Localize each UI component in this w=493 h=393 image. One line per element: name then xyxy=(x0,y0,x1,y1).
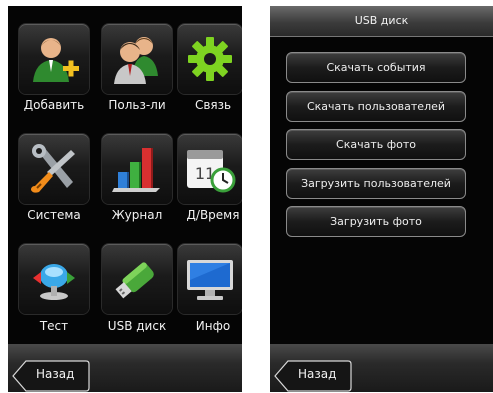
tile-log[interactable] xyxy=(102,134,172,204)
users-icon xyxy=(114,37,158,84)
usb-drive-icon xyxy=(115,262,154,299)
test-icon xyxy=(33,264,75,300)
download-users-button[interactable]: Скачать пользователей xyxy=(286,91,466,122)
tile-add-user[interactable] xyxy=(19,24,89,94)
back-button[interactable]: Назад xyxy=(274,360,352,392)
upload-users-button[interactable]: Загрузить пользователей xyxy=(286,168,466,199)
usb-disk-screen: USB диск Скачать события Скачать пользов… xyxy=(270,6,493,392)
tile-label: Связь xyxy=(194,98,232,112)
tools-icon xyxy=(31,144,75,193)
tile-test[interactable] xyxy=(19,244,89,314)
tile-info[interactable] xyxy=(178,244,242,314)
tile-label: Добавить xyxy=(23,98,85,112)
upload-photos-button[interactable]: Загрузить фото xyxy=(286,206,466,237)
add-user-icon xyxy=(33,38,79,82)
back-button[interactable]: Назад xyxy=(12,360,90,392)
bar-chart-icon xyxy=(112,148,160,192)
tile-label: Инфо xyxy=(195,319,231,333)
download-events-button[interactable]: Скачать события xyxy=(286,52,466,83)
tile-usb-drive[interactable] xyxy=(102,244,172,314)
gear-icon xyxy=(188,37,232,81)
screen-title: USB диск xyxy=(354,14,409,27)
tile-system[interactable] xyxy=(19,134,89,204)
tile-label: Тест xyxy=(39,319,69,333)
tile-users[interactable] xyxy=(102,24,172,94)
tile-datetime[interactable]: 11 xyxy=(178,134,242,204)
back-button-label: Назад xyxy=(36,367,75,381)
monitor-icon xyxy=(187,260,233,300)
tile-label: Д/Время xyxy=(186,208,240,222)
calendar-clock-icon: 11 xyxy=(187,150,236,193)
tile-communication[interactable] xyxy=(178,24,242,94)
back-button-label: Назад xyxy=(298,367,337,381)
main-menu-screen: Добавить Польз-ли Связь 11 Система Журна… xyxy=(8,6,242,392)
tile-label: Система xyxy=(27,208,81,222)
screen-header: USB диск xyxy=(270,6,493,37)
download-photos-button[interactable]: Скачать фото xyxy=(286,129,466,160)
